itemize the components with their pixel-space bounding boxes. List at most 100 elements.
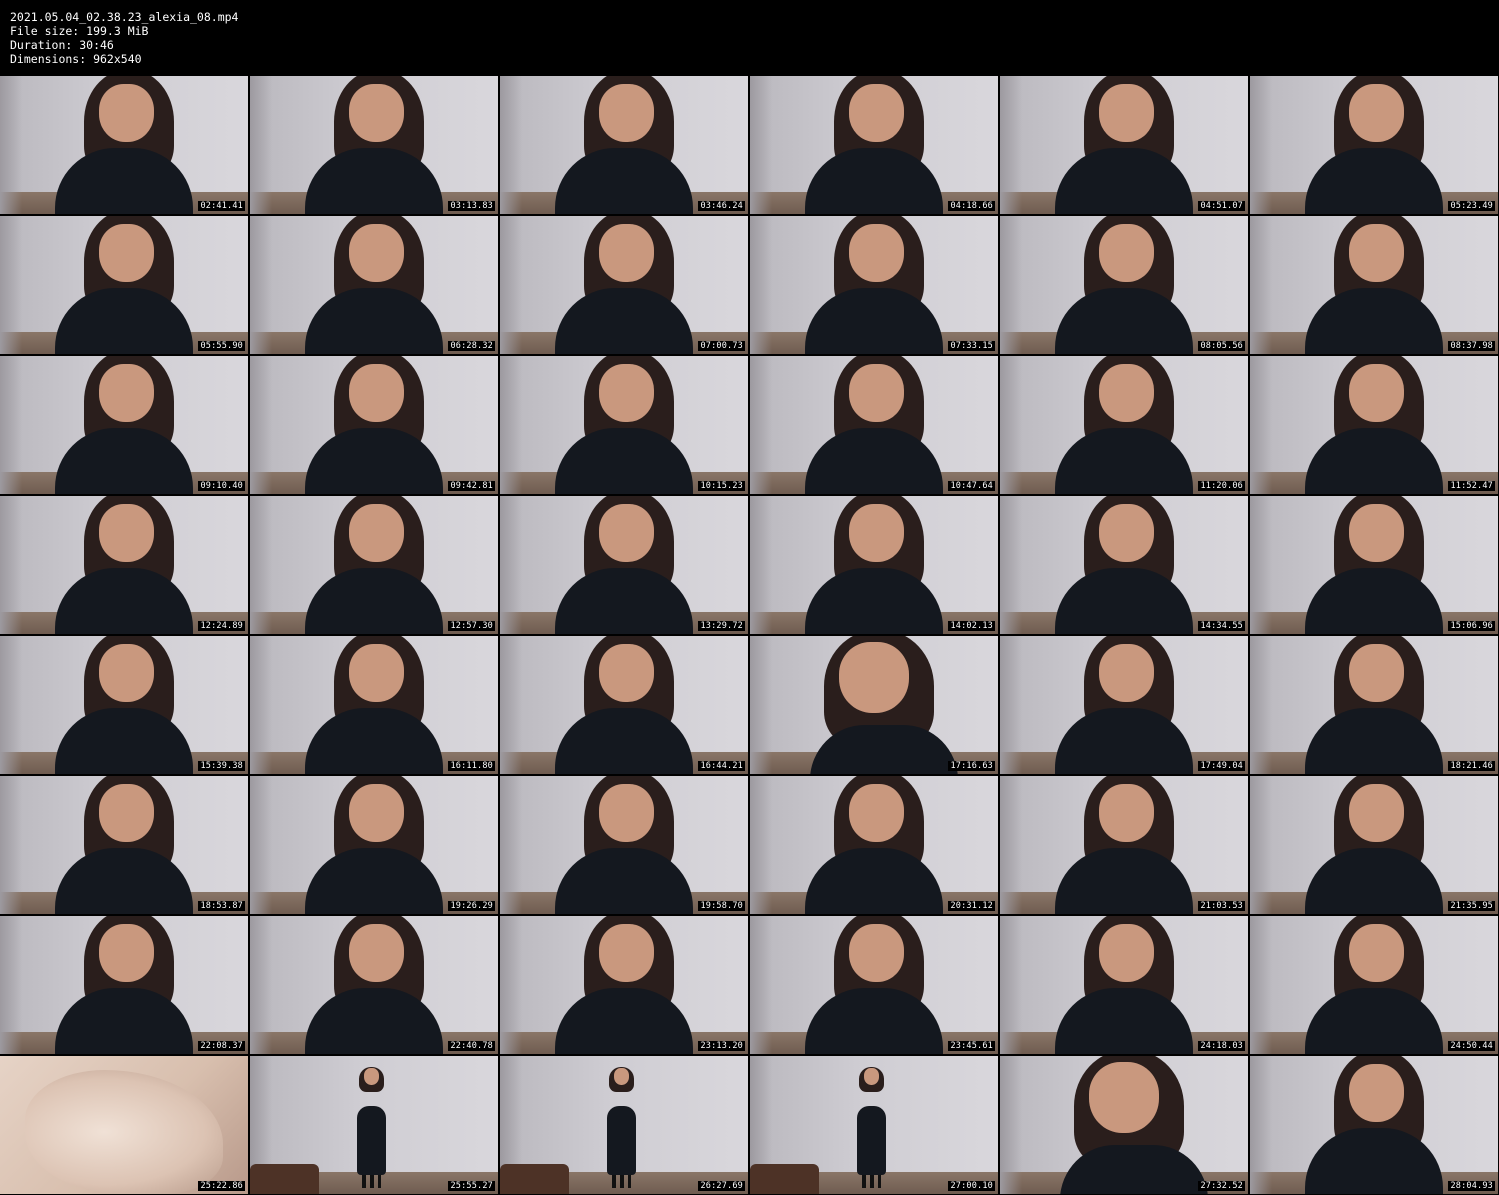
face-shape: [1349, 644, 1404, 703]
video-frame-thumbnail[interactable]: 21:03.53: [1000, 776, 1248, 914]
frame-timestamp: 05:23.49: [1448, 201, 1495, 211]
wall-edge-shade: [0, 636, 22, 774]
video-frame-thumbnail[interactable]: 08:37.98: [1250, 216, 1498, 354]
video-frame-thumbnail[interactable]: 15:39.38: [0, 636, 248, 774]
video-frame-thumbnail[interactable]: 05:23.49: [1250, 76, 1498, 214]
video-frame-thumbnail[interactable]: 14:02.13: [750, 496, 998, 634]
black-top-shape: [804, 988, 944, 1054]
video-frame-thumbnail[interactable]: 08:05.56: [1000, 216, 1248, 354]
video-frame-thumbnail[interactable]: 27:32.52: [1000, 1056, 1248, 1194]
wall-edge-shade: [1000, 216, 1022, 354]
black-top-shape: [554, 848, 694, 914]
video-frame-thumbnail[interactable]: 07:33.15: [750, 216, 998, 354]
video-frame-thumbnail[interactable]: 20:31.12: [750, 776, 998, 914]
frame-timestamp: 23:45.61: [948, 1041, 995, 1051]
video-frame-thumbnail[interactable]: 15:06.96: [1250, 496, 1498, 634]
black-top-shape: [554, 708, 694, 774]
face-shape: [1349, 504, 1404, 563]
frame-timestamp: 16:11.80: [448, 761, 495, 771]
wall-edge-shade: [500, 916, 522, 1054]
video-frame-thumbnail[interactable]: 24:18.03: [1000, 916, 1248, 1054]
wall-edge-shade: [250, 916, 272, 1054]
wall-edge-shade: [0, 776, 22, 914]
face-shape: [599, 364, 654, 423]
video-frame-thumbnail[interactable]: 14:34.55: [1000, 496, 1248, 634]
video-frame-thumbnail[interactable]: 10:15.23: [500, 356, 748, 494]
black-top-shape: [1304, 148, 1444, 214]
frame-timestamp: 07:00.73: [698, 341, 745, 351]
face-shape: [849, 224, 904, 283]
video-frame-thumbnail[interactable]: 12:24.89: [0, 496, 248, 634]
video-frame-thumbnail[interactable]: 17:49.04: [1000, 636, 1248, 774]
video-frame-thumbnail[interactable]: 21:35.95: [1250, 776, 1498, 914]
video-frame-thumbnail[interactable]: 12:57.30: [250, 496, 498, 634]
wall-edge-shade: [0, 496, 22, 634]
video-frame-thumbnail[interactable]: 28:04.93: [1250, 1056, 1498, 1194]
video-frame-thumbnail[interactable]: 16:44.21: [500, 636, 748, 774]
video-frame-thumbnail[interactable]: 26:27.69: [500, 1056, 748, 1194]
wall-edge-shade: [750, 916, 772, 1054]
frame-timestamp: 20:31.12: [948, 901, 995, 911]
video-frame-thumbnail[interactable]: 24:50.44: [1250, 916, 1498, 1054]
frame-timestamp: 04:51.07: [1198, 201, 1245, 211]
video-frame-thumbnail[interactable]: 25:22.86: [0, 1056, 248, 1194]
video-frame-thumbnail[interactable]: 02:41.41: [0, 76, 248, 214]
frame-timestamp: 03:13.83: [448, 201, 495, 211]
video-frame-thumbnail[interactable]: 03:13.83: [250, 76, 498, 214]
frame-timestamp: 11:20.06: [1198, 481, 1245, 491]
face-shape: [1099, 364, 1154, 423]
video-frame-thumbnail[interactable]: 11:52.47: [1250, 356, 1498, 494]
video-frame-thumbnail[interactable]: 09:10.40: [0, 356, 248, 494]
black-top-shape: [304, 848, 444, 914]
frame-timestamp: 10:15.23: [698, 481, 745, 491]
frame-timestamp: 26:27.69: [698, 1181, 745, 1191]
video-frame-thumbnail[interactable]: 10:47.64: [750, 356, 998, 494]
wall-edge-shade: [1000, 356, 1022, 494]
face-shape: [599, 924, 654, 983]
black-top-shape: [804, 148, 944, 214]
frame-timestamp: 24:18.03: [1198, 1041, 1245, 1051]
wall-edge-shade: [750, 496, 772, 634]
frame-timestamp: 28:04.93: [1448, 1181, 1495, 1191]
video-frame-thumbnail[interactable]: 04:18.66: [750, 76, 998, 214]
video-frame-thumbnail[interactable]: 16:11.80: [250, 636, 498, 774]
frame-timestamp: 15:39.38: [198, 761, 245, 771]
video-frame-thumbnail[interactable]: 17:16.63: [750, 636, 998, 774]
face-shape: [349, 644, 404, 703]
frame-timestamp: 24:50.44: [1448, 1041, 1495, 1051]
video-frame-thumbnail[interactable]: 25:55.27: [250, 1056, 498, 1194]
wall-edge-shade: [0, 76, 22, 214]
frame-timestamp: 12:57.30: [448, 621, 495, 631]
video-frame-thumbnail[interactable]: 23:13.20: [500, 916, 748, 1054]
video-frame-thumbnail[interactable]: 09:42.81: [250, 356, 498, 494]
black-top-shape: [606, 1105, 637, 1175]
frame-timestamp: 12:24.89: [198, 621, 245, 631]
video-frame-thumbnail[interactable]: 04:51.07: [1000, 76, 1248, 214]
video-frame-thumbnail[interactable]: 18:21.46: [1250, 636, 1498, 774]
video-frame-thumbnail[interactable]: 23:45.61: [750, 916, 998, 1054]
video-frame-thumbnail[interactable]: 05:55.90: [0, 216, 248, 354]
frame-timestamp: 14:02.13: [948, 621, 995, 631]
video-frame-thumbnail[interactable]: 07:00.73: [500, 216, 748, 354]
video-frame-thumbnail[interactable]: 13:29.72: [500, 496, 748, 634]
wall-edge-shade: [750, 76, 772, 214]
video-frame-thumbnail[interactable]: 19:58.70: [500, 776, 748, 914]
video-frame-thumbnail[interactable]: 03:46.24: [500, 76, 748, 214]
black-top-shape: [554, 288, 694, 354]
video-frame-thumbnail[interactable]: 27:00.10: [750, 1056, 998, 1194]
black-top-shape: [54, 148, 194, 214]
frame-timestamp: 05:55.90: [198, 341, 245, 351]
face-shape: [849, 784, 904, 843]
video-frame-thumbnail[interactable]: 19:26.29: [250, 776, 498, 914]
video-frame-thumbnail[interactable]: 18:53.87: [0, 776, 248, 914]
wall-edge-shade: [500, 496, 522, 634]
dimensions-text: Dimensions: 962x540: [10, 52, 142, 66]
face-shape: [99, 84, 154, 143]
wall-edge-shade: [1250, 776, 1272, 914]
frame-timestamp: 14:34.55: [1198, 621, 1245, 631]
video-frame-thumbnail[interactable]: 06:28.32: [250, 216, 498, 354]
frame-timestamp: 27:32.52: [1198, 1181, 1245, 1191]
video-frame-thumbnail[interactable]: 22:08.37: [0, 916, 248, 1054]
video-frame-thumbnail[interactable]: 22:40.78: [250, 916, 498, 1054]
video-frame-thumbnail[interactable]: 11:20.06: [1000, 356, 1248, 494]
